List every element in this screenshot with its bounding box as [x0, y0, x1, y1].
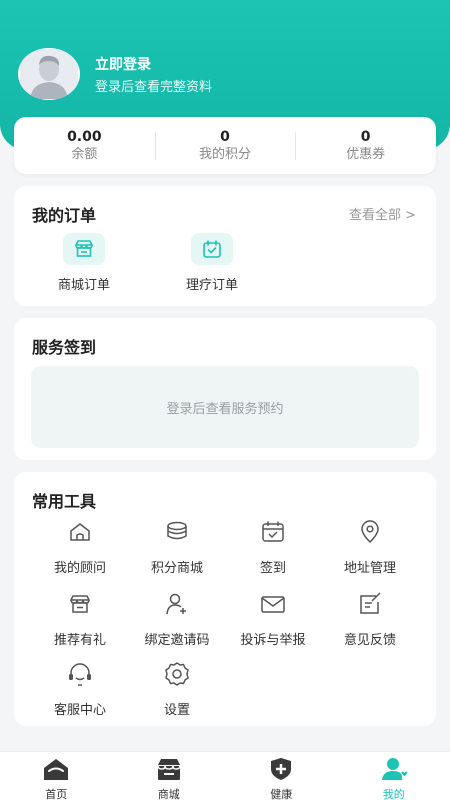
tool-label: 绑定邀请码: [144, 633, 210, 648]
calendar-check-icon: [203, 240, 221, 258]
tools-card: 常用工具 我的顾问 积分商城 签到 地址管理 推荐有礼 绑定邀请码 投诉与举报 …: [14, 472, 436, 726]
login-subtitle: 登录后查看完整资料: [95, 80, 213, 95]
order-item-label: 商城订单: [57, 278, 110, 293]
tool-label: 推荐有礼: [53, 633, 106, 648]
checkin-placeholder[interactable]: 登录后查看服务预约: [31, 366, 419, 448]
tool-checkin[interactable]: 签到: [223, 518, 323, 576]
stat-label: 余额: [71, 146, 98, 162]
tab-label: 健康: [270, 788, 293, 800]
avatar[interactable]: [18, 48, 80, 100]
calendar-check-icon: [262, 521, 284, 542]
tool-label: 签到: [259, 561, 286, 576]
default-avatar-icon: [20, 49, 78, 99]
tool-complaint[interactable]: 投诉与举报: [223, 590, 323, 648]
checkin-title: 服务签到: [32, 338, 97, 357]
tab-mine[interactable]: 我的: [338, 752, 450, 800]
shop-icon: [157, 759, 181, 780]
tools-title: 常用工具: [32, 492, 97, 511]
bottom-tab-bar: 首页 商城 健康 我的: [0, 751, 450, 800]
tool-label: 积分商城: [150, 561, 203, 576]
tool-label: 意见反馈: [343, 633, 396, 648]
stat-balance[interactable]: 0.00 余额: [14, 128, 155, 164]
user-add-icon: [166, 593, 186, 615]
view-all-orders-link[interactable]: 查看全部 >: [349, 204, 416, 223]
tab-health[interactable]: 健康: [225, 752, 338, 800]
stat-label: 优惠券: [346, 146, 386, 162]
gear-icon: [165, 662, 189, 686]
stat-value: 0: [220, 128, 230, 145]
stat-value: 0: [360, 128, 371, 145]
stat-points[interactable]: 0 我的积分: [154, 128, 296, 164]
store-icon: [70, 595, 90, 613]
user-icon: [381, 758, 408, 780]
tab-mall[interactable]: 商城: [113, 752, 226, 800]
tab-home[interactable]: 首页: [0, 752, 113, 800]
tool-my-advisor[interactable]: 我的顾问: [30, 518, 130, 576]
home-icon: [70, 523, 90, 541]
tab-label: 我的: [382, 788, 405, 800]
order-item-therapy[interactable]: 理疗订单: [172, 233, 252, 293]
headset-icon: [69, 663, 91, 686]
stats-card: 0.00 余额 0 我的积分 0 优惠券: [14, 117, 436, 174]
tool-address[interactable]: 地址管理: [320, 518, 420, 576]
tool-customer-service[interactable]: 客服中心: [30, 660, 130, 718]
location-pin-icon: [361, 520, 379, 544]
tool-points-mall[interactable]: 积分商城: [127, 518, 227, 576]
tool-label: 客服中心: [53, 703, 106, 718]
orders-title: 我的订单: [32, 206, 97, 225]
shield-plus-icon: [271, 758, 292, 780]
checkin-card: 服务签到 登录后查看服务预约: [14, 318, 436, 460]
edit-icon: [360, 592, 381, 614]
tool-label: 设置: [163, 703, 190, 718]
tab-label: 首页: [45, 788, 68, 800]
orders-card: 我的订单 查看全部 > 商城订单 理疗订单: [14, 186, 436, 306]
stat-value: 0.00: [67, 128, 102, 145]
tool-bind-invite[interactable]: 绑定邀请码: [127, 590, 227, 648]
stat-coupons[interactable]: 0 优惠券: [295, 128, 436, 164]
home-icon: [44, 759, 69, 780]
order-item-mall[interactable]: 商城订单: [44, 233, 124, 293]
tool-feedback[interactable]: 意见反馈: [320, 590, 420, 648]
tool-referral[interactable]: 推荐有礼: [30, 590, 130, 648]
login-link[interactable]: 立即登录: [95, 54, 151, 74]
coins-icon: [167, 521, 187, 540]
store-icon: [75, 240, 93, 257]
tab-label: 商城: [157, 788, 180, 800]
mail-icon: [261, 596, 285, 613]
tool-settings[interactable]: 设置: [127, 660, 227, 718]
tool-label: 地址管理: [343, 561, 396, 576]
tool-label: 我的顾问: [53, 561, 106, 576]
order-item-label: 理疗订单: [185, 278, 238, 293]
profile-page: 立即登录 登录后查看完整资料 0.00 余额 0 我的积分 0 优惠券 我的订单…: [0, 0, 450, 800]
stat-label: 我的积分: [199, 146, 252, 162]
tool-label: 投诉与举报: [240, 633, 306, 648]
